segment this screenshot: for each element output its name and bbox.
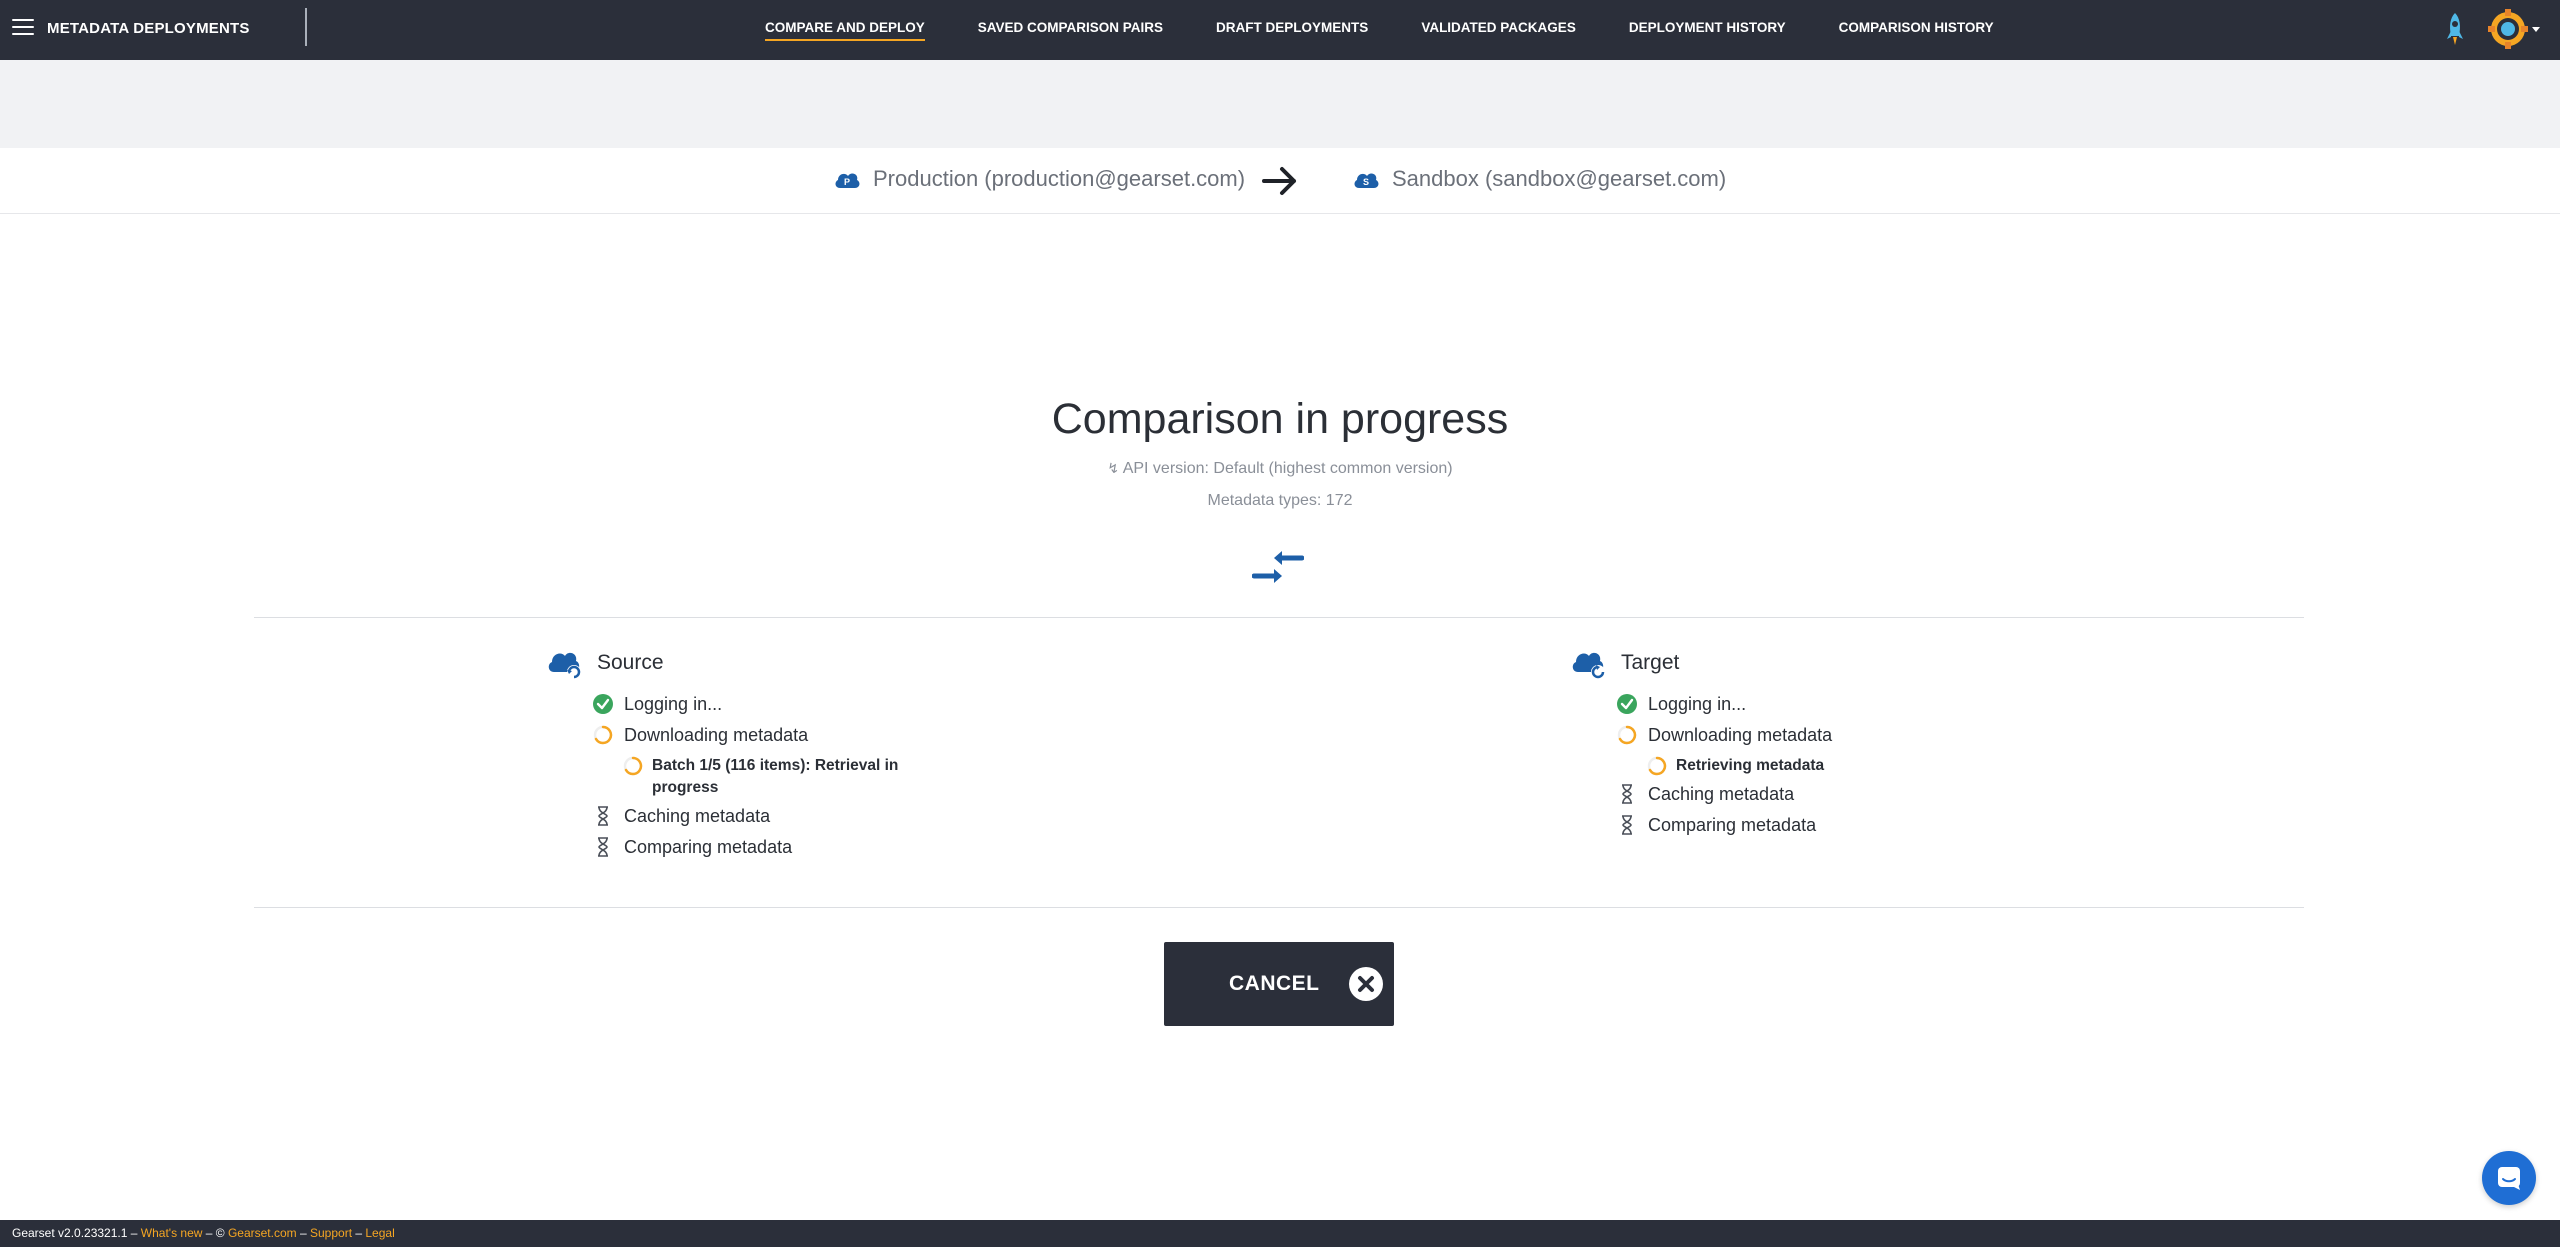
spinner-icon bbox=[1617, 725, 1637, 745]
step-downloading-metadata: Downloading metadata bbox=[1616, 724, 1832, 755]
page-title: Comparison in progress bbox=[1051, 395, 1509, 443]
nav-compare-and-deploy[interactable]: COMPARE AND DEPLOY bbox=[765, 0, 925, 60]
gearset-link[interactable]: Gearset.com bbox=[228, 1226, 297, 1240]
hourglass-icon bbox=[598, 837, 608, 857]
cloud-sync-icon bbox=[548, 652, 581, 679]
svg-text:S: S bbox=[1363, 177, 1369, 187]
compare-arrows-icon bbox=[1252, 551, 1304, 583]
hourglass-icon bbox=[1622, 815, 1632, 835]
nav-saved-comparison-pairs[interactable]: SAVED COMPARISON PAIRS bbox=[978, 0, 1163, 60]
spinner-icon bbox=[1647, 756, 1667, 776]
spinner-icon bbox=[593, 725, 613, 745]
target-org[interactable]: S Sandbox (sandbox@gearset.com) bbox=[1352, 166, 1726, 192]
chat-icon bbox=[2498, 1167, 2520, 1190]
arrow-right-icon bbox=[1262, 167, 1296, 195]
nav-deployment-history[interactable]: DEPLOYMENT HISTORY bbox=[1629, 0, 1786, 60]
source-heading: Source bbox=[597, 651, 664, 674]
step-downloading-metadata: Downloading metadata bbox=[592, 724, 912, 755]
cancel-button[interactable]: CANCEL bbox=[1164, 942, 1394, 1026]
check-circle-icon bbox=[1617, 694, 1637, 714]
target-org-label: Sandbox (sandbox@gearset.com) bbox=[1392, 166, 1727, 191]
version-text: Gearset v2.0.23321.1 bbox=[12, 1226, 128, 1240]
step-caching-metadata: Caching metadata bbox=[592, 805, 912, 836]
top-navigation-bar: METADATA DEPLOYMENTS COMPARE AND DEPLOY … bbox=[0, 0, 2560, 60]
step-comparing-metadata: Comparing metadata bbox=[592, 836, 912, 867]
hourglass-icon bbox=[1622, 784, 1632, 804]
rocket-icon[interactable] bbox=[2444, 12, 2466, 48]
check-circle-icon bbox=[593, 694, 613, 714]
close-circle-icon bbox=[1349, 967, 1383, 1001]
user-menu[interactable] bbox=[2488, 9, 2540, 49]
menu-icon[interactable] bbox=[12, 19, 34, 39]
plug-icon: ↯ bbox=[1107, 460, 1120, 476]
substep-batch: Batch 1/5 (116 items): Retrieval in prog… bbox=[622, 755, 912, 799]
divider bbox=[254, 617, 2304, 618]
svg-text:P: P bbox=[844, 177, 850, 187]
cancel-label: CANCEL bbox=[1229, 972, 1320, 995]
legal-link[interactable]: Legal bbox=[365, 1226, 394, 1240]
footer: Gearset v2.0.23321.1 – What's new – © Ge… bbox=[0, 1220, 2560, 1247]
chat-launcher-button[interactable] bbox=[2482, 1151, 2536, 1205]
substep-retrieving: Retrieving metadata bbox=[1646, 755, 1832, 777]
cloud-production-icon: P bbox=[835, 173, 860, 188]
app-title: METADATA DEPLOYMENTS bbox=[47, 20, 250, 37]
title-divider bbox=[305, 8, 307, 46]
source-progress: Source Logging in... Downloading metadat… bbox=[546, 645, 912, 867]
source-org[interactable]: P Production (production@gearset.com) bbox=[833, 166, 1245, 192]
toolbar-band bbox=[0, 60, 2560, 148]
hourglass-icon bbox=[598, 806, 608, 826]
step-logging-in: Logging in... bbox=[592, 693, 912, 724]
nav-validated-packages[interactable]: VALIDATED PACKAGES bbox=[1421, 0, 1576, 60]
nav-comparison-history[interactable]: COMPARISON HISTORY bbox=[1839, 0, 1994, 60]
cloud-sandbox-icon: S bbox=[1354, 173, 1379, 188]
step-comparing-metadata: Comparing metadata bbox=[1616, 814, 1832, 845]
main-nav: COMPARE AND DEPLOY SAVED COMPARISON PAIR… bbox=[765, 0, 2047, 60]
api-version-text: ↯ API version: Default (highest common v… bbox=[1107, 460, 1453, 477]
support-link[interactable]: Support bbox=[310, 1226, 352, 1240]
source-org-label: Production (production@gearset.com) bbox=[873, 166, 1246, 191]
spinner-icon bbox=[623, 756, 643, 776]
divider bbox=[254, 907, 2304, 908]
target-heading: Target bbox=[1621, 651, 1680, 674]
step-caching-metadata: Caching metadata bbox=[1616, 783, 1832, 814]
whats-new-link[interactable]: What's new bbox=[141, 1226, 203, 1240]
metadata-types-text: Metadata types: 172 bbox=[1207, 492, 1353, 509]
target-progress: Target Logging in... Downloading metadat… bbox=[1570, 645, 1832, 845]
cloud-sync-icon bbox=[1572, 652, 1605, 679]
chevron-down-icon bbox=[2532, 26, 2540, 32]
gear-avatar-icon bbox=[2488, 9, 2528, 49]
nav-draft-deployments[interactable]: DRAFT DEPLOYMENTS bbox=[1216, 0, 1368, 60]
step-logging-in: Logging in... bbox=[1616, 693, 1832, 724]
